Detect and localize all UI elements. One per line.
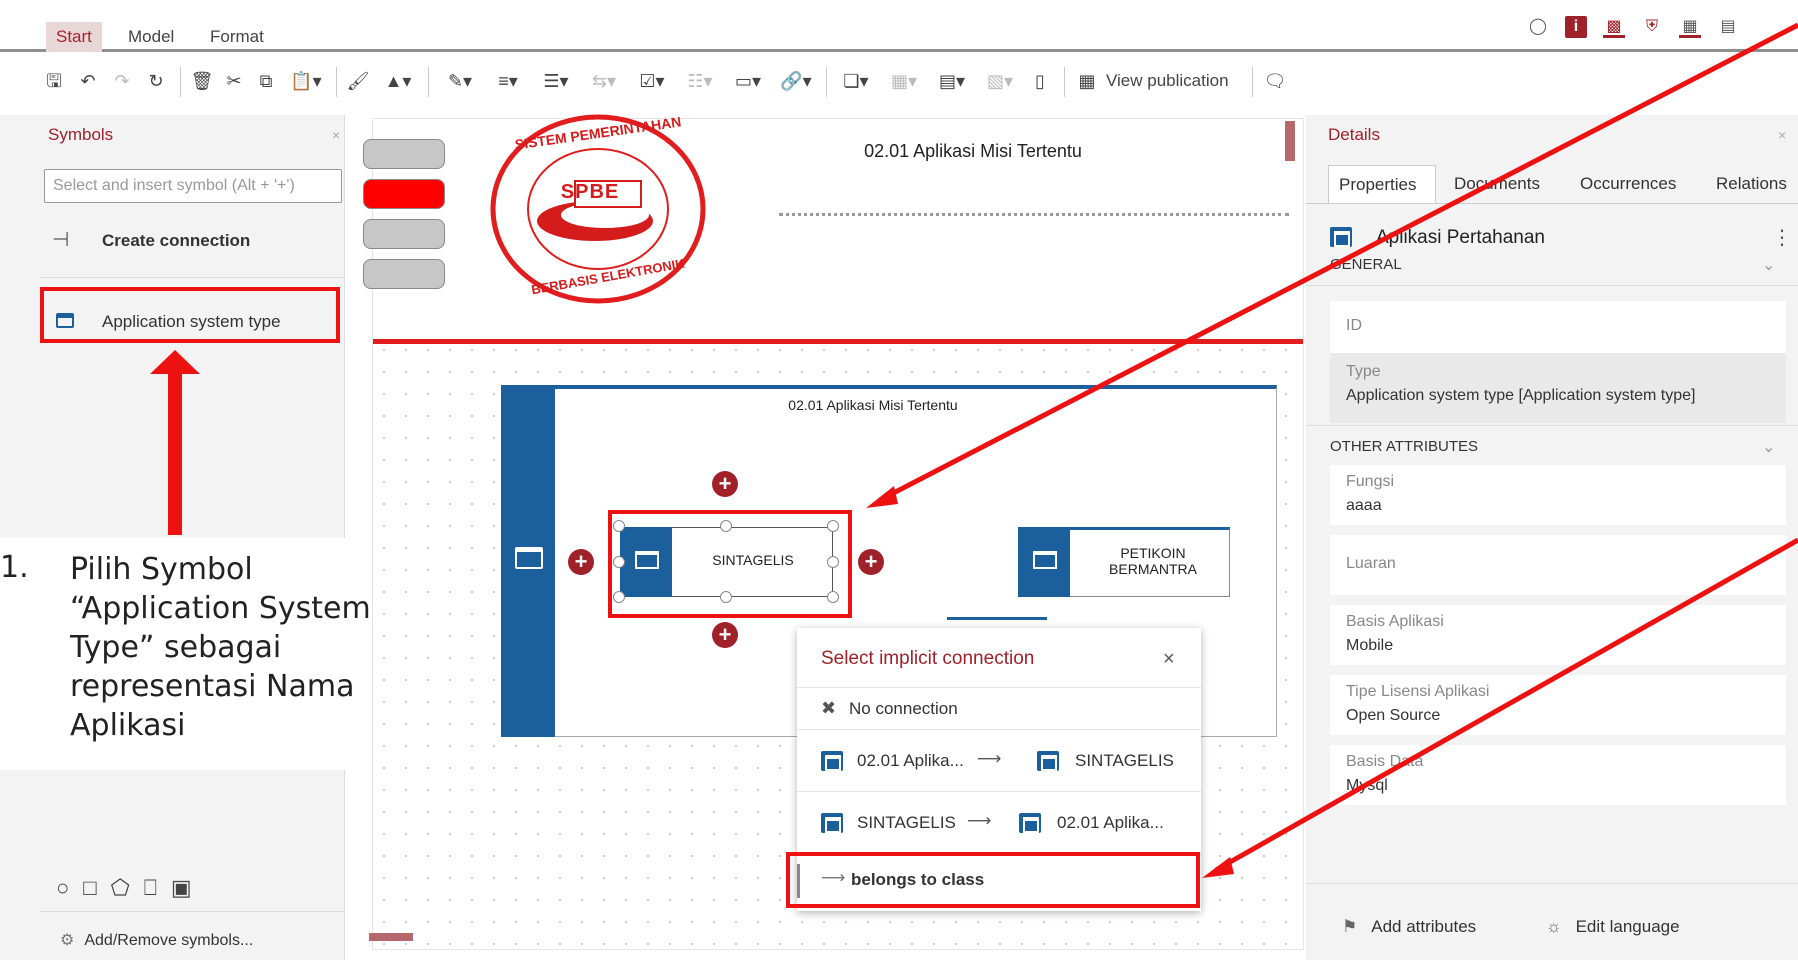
annotation-arrows-overlay	[866, 22, 1798, 878]
